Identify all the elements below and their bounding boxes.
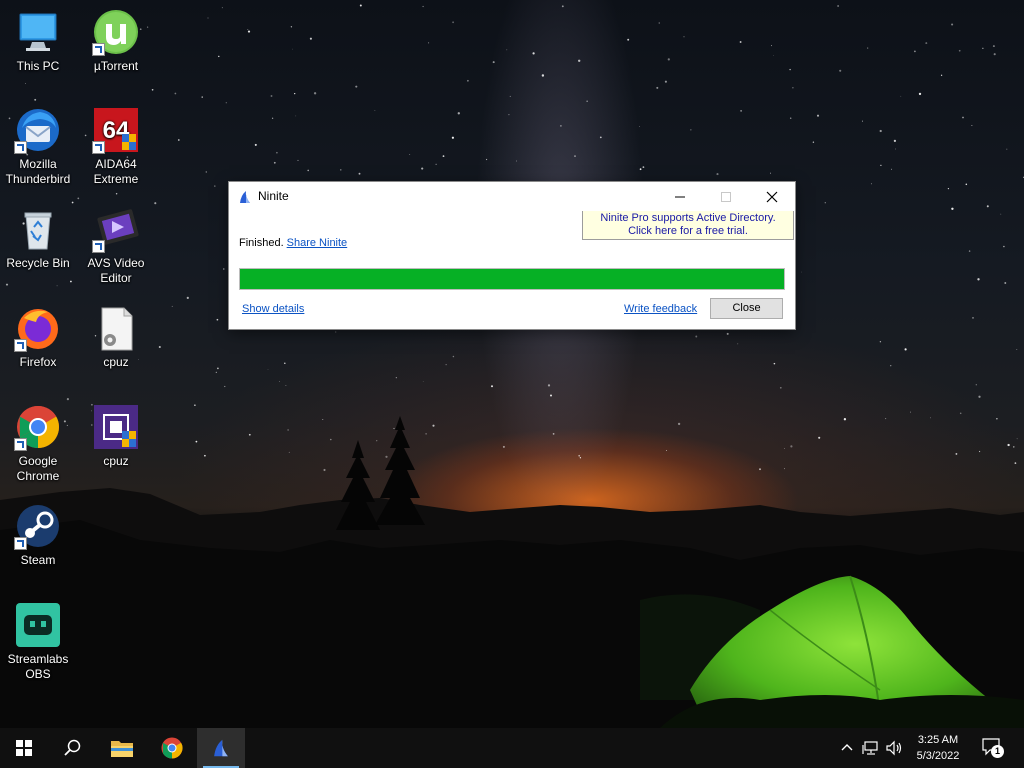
- desktop-icon-label: Streamlabs OBS: [7, 652, 69, 681]
- ninite-icon: [214, 739, 228, 757]
- desktop-icon-label: AVS Video Editor: [87, 256, 145, 285]
- promo-line-1: Ninite Pro supports Active Directory.: [600, 212, 776, 224]
- desktop-icon-label: Recycle Bin: [6, 256, 70, 270]
- desktop-icon-label: Google Chrome: [16, 454, 60, 483]
- desktop-icon-google-chrome[interactable]: Google Chrome: [0, 403, 76, 484]
- search-button[interactable]: [48, 728, 96, 768]
- desktop-icon-utorrent[interactable]: µTorrent: [78, 8, 154, 74]
- taskbar-file-explorer[interactable]: [98, 728, 146, 768]
- ninite-pro-promo[interactable]: Ninite Pro supports Active Directory. Cl…: [582, 211, 794, 240]
- shortcut-arrow-icon: [92, 43, 105, 56]
- shortcut-arrow-icon: [14, 537, 27, 550]
- clock-date: 5/3/2022: [916, 750, 960, 762]
- this-pc-icon: [19, 13, 57, 51]
- desktop-icon-label: AIDA64 Extreme: [93, 157, 139, 186]
- desktop-icon-aida64[interactable]: 64 AIDA64 Extreme: [78, 106, 154, 187]
- window-close-button[interactable]: [749, 182, 795, 211]
- minimize-button[interactable]: [657, 182, 703, 211]
- desktop-icon-cpuz[interactable]: cpuz: [78, 403, 154, 469]
- desktop-icon-this-pc[interactable]: This PC: [0, 8, 76, 74]
- close-icon: [766, 191, 778, 203]
- desktop-icon-label: This PC: [16, 59, 60, 73]
- status-line: Finished. Share Ninite: [239, 237, 347, 249]
- minimize-icon: [675, 196, 685, 198]
- close-button[interactable]: Close: [710, 298, 783, 319]
- write-feedback-link[interactable]: Write feedback: [624, 303, 697, 315]
- file-explorer-icon: [111, 741, 133, 757]
- maximize-button[interactable]: [703, 182, 749, 211]
- title-bar[interactable]: Ninite: [229, 182, 795, 211]
- promo-line-2: Click here for a free trial.: [628, 225, 748, 237]
- desktop-icon-firefox[interactable]: Firefox: [0, 304, 76, 370]
- shortcut-arrow-icon: [92, 240, 105, 253]
- share-ninite-link[interactable]: Share Ninite: [287, 237, 348, 249]
- desktop-icon-recycle-bin[interactable]: Recycle Bin: [0, 205, 76, 271]
- shortcut-arrow-icon: [14, 339, 27, 352]
- volume-icon[interactable]: [886, 740, 904, 756]
- progress-bar: [239, 268, 785, 290]
- cpuz-icon: [94, 405, 138, 449]
- recycle-bin-icon: [24, 212, 52, 250]
- taskbar-chrome[interactable]: [148, 728, 196, 768]
- shortcut-arrow-icon: [14, 438, 27, 451]
- clock[interactable]: 3:25 AM 5/3/2022: [905, 732, 971, 764]
- ninite-app-icon: [240, 191, 250, 203]
- desktop-icon-label: µTorrent: [93, 59, 139, 73]
- network-icon[interactable]: [862, 740, 880, 756]
- desktop-icon-cpuz-file[interactable]: cpuz: [78, 304, 154, 370]
- chrome-icon: [161, 737, 183, 759]
- file-icon: [101, 307, 133, 351]
- window-title: Ninite: [258, 189, 289, 203]
- streamlabs-obs-icon: [16, 603, 60, 647]
- taskbar: 3:25 AM 5/3/2022 1: [0, 728, 1024, 768]
- shortcut-arrow-icon: [14, 141, 27, 154]
- shortcut-arrow-icon: [92, 141, 105, 154]
- status-text: Finished.: [239, 237, 284, 249]
- desktop-icon-label: Mozilla Thunderbird: [5, 157, 71, 186]
- desktop-icon-steam[interactable]: Steam: [0, 502, 76, 568]
- start-icon: [16, 740, 32, 756]
- desktop-icon-avs-video-editor[interactable]: AVS Video Editor: [78, 205, 154, 286]
- search-icon: [64, 739, 81, 756]
- desktop-icon-streamlabs-obs[interactable]: Streamlabs OBS: [0, 601, 76, 682]
- progress-fill: [240, 269, 784, 289]
- action-center-button[interactable]: 1: [982, 738, 1006, 760]
- maximize-icon: [721, 192, 731, 202]
- chevron-up-icon[interactable]: [840, 741, 854, 755]
- desktop-icon-label: Firefox: [19, 355, 57, 369]
- ninite-window[interactable]: Ninite Ninite Pro supports Active Direct…: [229, 182, 795, 329]
- notification-count-badge: 1: [991, 745, 1004, 758]
- taskbar-ninite[interactable]: [197, 728, 245, 768]
- clock-time: 3:25 AM: [917, 734, 959, 746]
- show-details-link[interactable]: Show details: [242, 303, 304, 315]
- desktop-icon-label: cpuz: [103, 355, 129, 369]
- desktop-icon-label: cpuz: [103, 454, 129, 468]
- desktop-icon-thunderbird[interactable]: Mozilla Thunderbird: [0, 106, 76, 187]
- desktop-icon-label: Steam: [20, 553, 56, 567]
- start-button[interactable]: [0, 728, 48, 768]
